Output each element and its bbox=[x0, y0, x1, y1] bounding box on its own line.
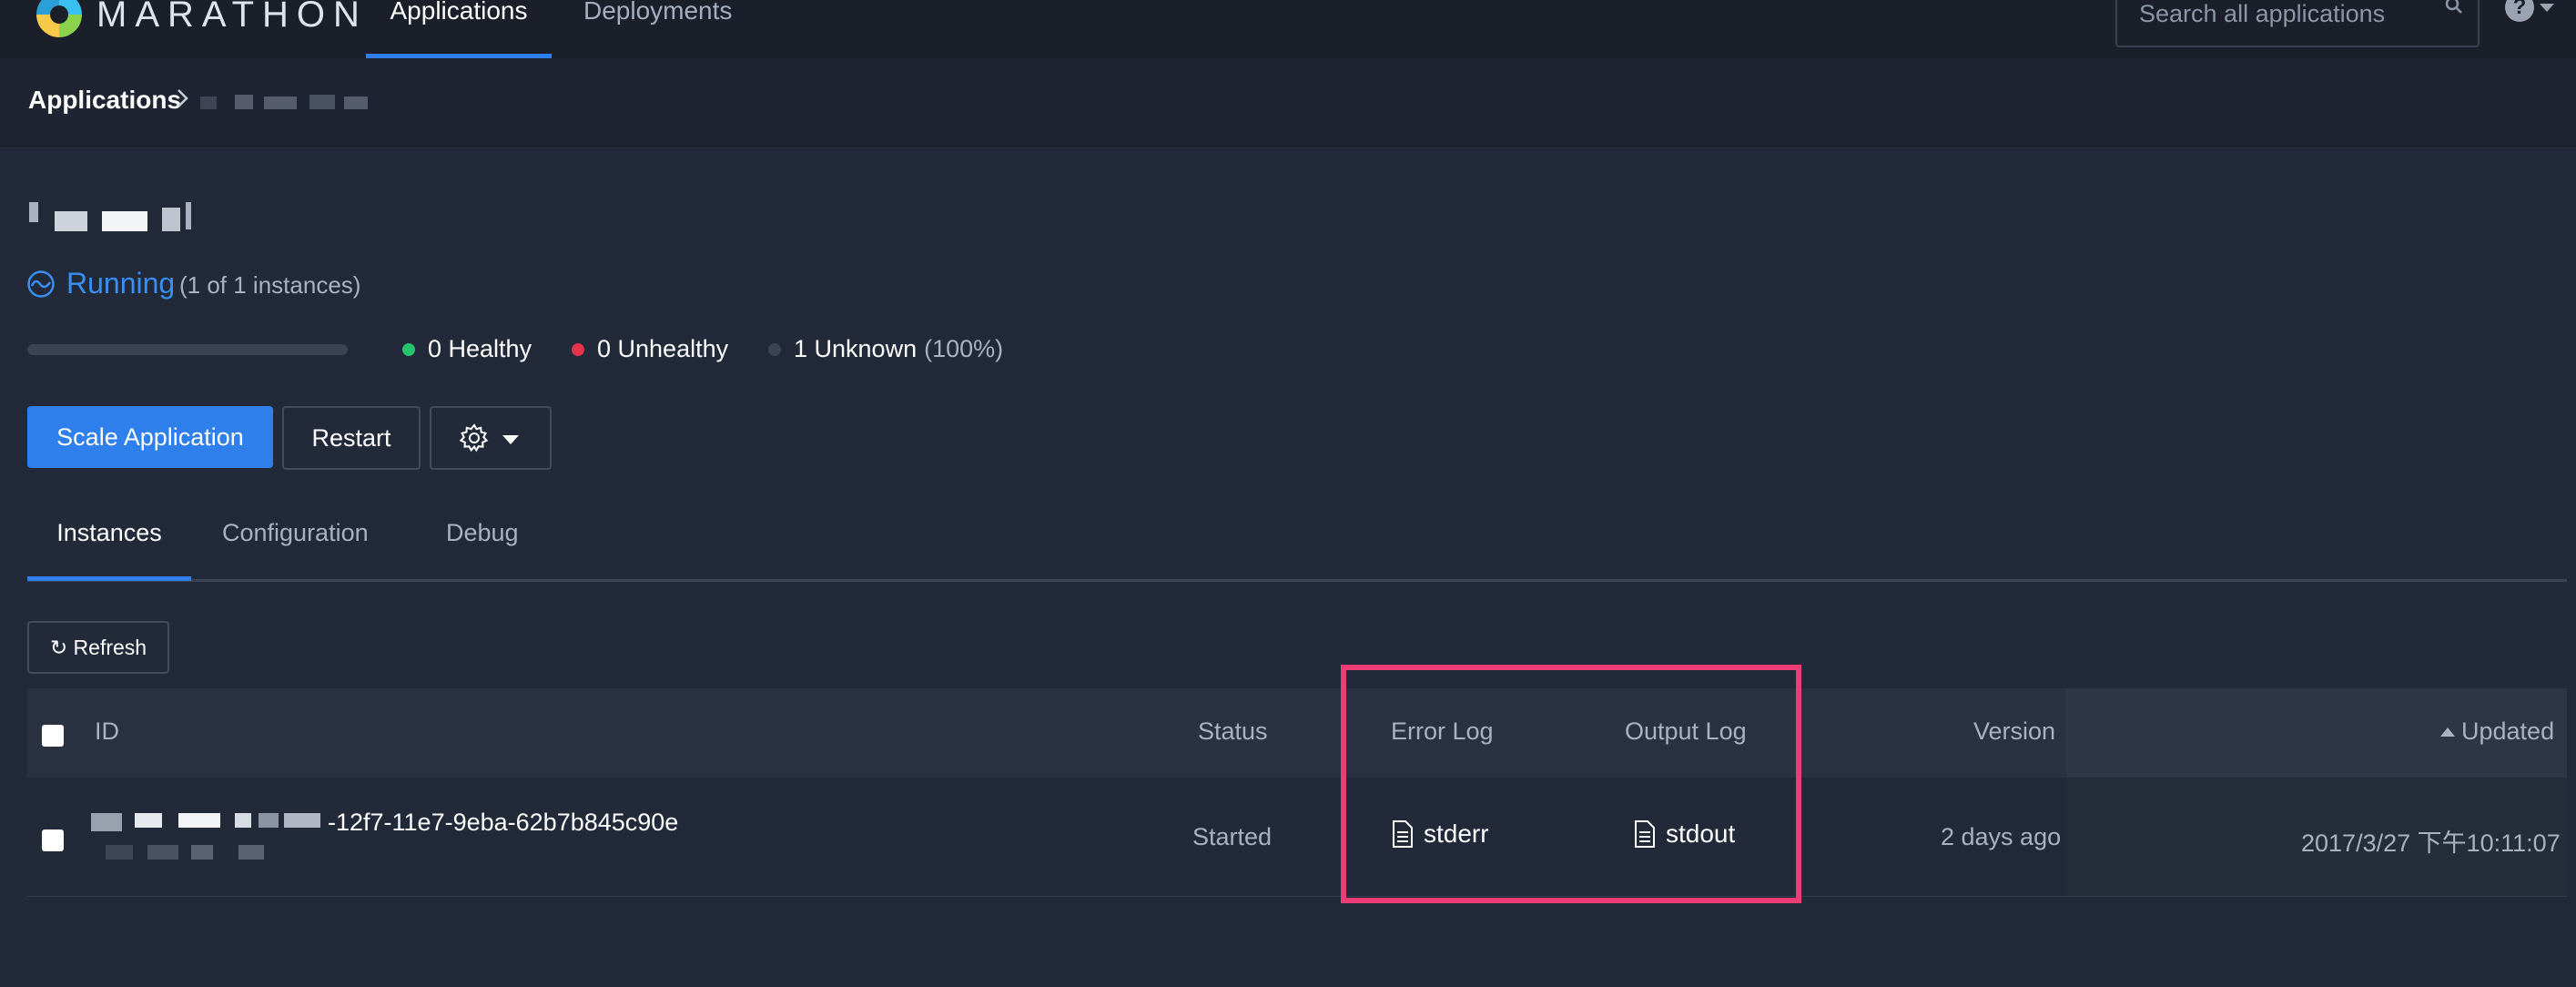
nav-tab-applications[interactable]: Applications bbox=[366, 0, 552, 58]
row-divider bbox=[27, 896, 2567, 897]
column-header-updated-label: Updated bbox=[2461, 717, 2555, 745]
health-unknown: 1 Unknown (100%) bbox=[768, 335, 1003, 363]
column-header-id[interactable]: ID bbox=[95, 717, 119, 746]
unknown-count: 1 Unknown bbox=[794, 335, 918, 362]
top-navigation: MARATHON Applications Deployments Search… bbox=[0, 0, 2576, 59]
tab-debug[interactable]: Debug bbox=[446, 519, 519, 547]
chevron-right-icon bbox=[177, 89, 188, 107]
tab-instances[interactable]: Instances bbox=[27, 519, 191, 547]
instances-summary: (1 of 1 instances) bbox=[179, 271, 361, 299]
column-header-version[interactable]: Version bbox=[1973, 717, 2055, 746]
tabs-divider bbox=[27, 579, 2567, 582]
logo-text: MARATHON bbox=[96, 0, 368, 35]
nav-tab-deployments[interactable]: Deployments bbox=[583, 0, 732, 58]
healthy-count: 0 Healthy bbox=[428, 335, 532, 362]
unknown-dot-icon bbox=[768, 342, 781, 356]
breadcrumb: Applications bbox=[0, 58, 2576, 147]
search-icon bbox=[2445, 0, 2462, 14]
settings-dropdown-button[interactable] bbox=[430, 406, 552, 470]
column-header-status[interactable]: Status bbox=[1198, 717, 1268, 746]
file-icon bbox=[1635, 820, 1655, 848]
breadcrumb-applications[interactable]: Applications bbox=[28, 86, 181, 115]
column-header-output-log[interactable]: Output Log bbox=[1625, 717, 1747, 746]
gear-icon bbox=[459, 423, 489, 453]
chevron-down-icon bbox=[502, 435, 519, 444]
marathon-logo-icon bbox=[36, 0, 82, 37]
health-healthy: 0 Healthy bbox=[402, 335, 532, 363]
help-icon: ? bbox=[2505, 0, 2534, 22]
refresh-button[interactable]: ↻ Refresh bbox=[27, 621, 169, 674]
active-tab-underline bbox=[27, 576, 191, 581]
select-all-checkbox[interactable] bbox=[42, 725, 64, 747]
column-header-error-log[interactable]: Error Log bbox=[1391, 717, 1494, 746]
restart-button[interactable]: Restart bbox=[282, 406, 421, 470]
marathon-logo[interactable]: MARATHON bbox=[36, 0, 368, 42]
search-input[interactable]: Search all applications bbox=[2115, 0, 2480, 47]
nav-tab-label: Applications bbox=[390, 0, 528, 25]
search-placeholder: Search all applications bbox=[2139, 0, 2386, 27]
status-text: Running bbox=[66, 267, 176, 300]
unhealthy-count: 0 Unhealthy bbox=[597, 335, 729, 362]
running-status-icon bbox=[27, 270, 55, 298]
stderr-link[interactable]: stderr bbox=[1391, 819, 1489, 849]
instance-updated: 2017/3/27 下午10:11:07 bbox=[2301, 829, 2561, 857]
healthy-dot-icon bbox=[402, 342, 415, 356]
instance-status: Started bbox=[1192, 823, 1273, 850]
row-checkbox[interactable] bbox=[42, 829, 64, 851]
scale-application-button[interactable]: Scale Application bbox=[27, 406, 273, 468]
help-menu[interactable]: ? bbox=[2505, 0, 2554, 22]
file-icon bbox=[1393, 820, 1413, 848]
chevron-down-icon bbox=[2540, 3, 2554, 12]
unhealthy-dot-icon bbox=[572, 342, 584, 356]
health-progress-bar bbox=[27, 344, 348, 355]
instance-id[interactable]: -12f7-11e7-9eba-62b7b845c90e bbox=[328, 809, 678, 837]
sort-ascending-icon bbox=[2440, 727, 2455, 737]
nav-tab-label: Deployments bbox=[583, 0, 733, 25]
column-header-updated[interactable]: Updated bbox=[2439, 717, 2554, 746]
health-unhealthy: 0 Unhealthy bbox=[572, 335, 728, 363]
stdout-label: stdout bbox=[1666, 819, 1736, 848]
unknown-percent: (100%) bbox=[924, 335, 1004, 362]
instance-version: 2 days ago bbox=[1941, 823, 2062, 850]
tab-configuration[interactable]: Configuration bbox=[222, 519, 369, 547]
stderr-label: stderr bbox=[1424, 819, 1489, 848]
stdout-link[interactable]: stdout bbox=[1633, 819, 1735, 849]
